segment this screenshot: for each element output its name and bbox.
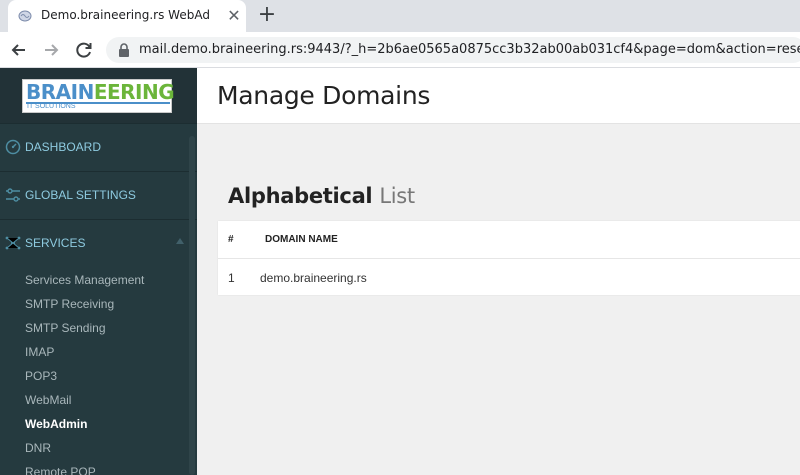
address-bar[interactable]: mail.demo.braineering.rs:9443/?_h=2b6ae0… xyxy=(106,37,800,63)
sidebar-item-label: DASHBOARD xyxy=(25,140,102,154)
sidebar-item-webadmin[interactable]: WebAdmin xyxy=(25,416,87,432)
sidebar-item-pop3[interactable]: POP3 xyxy=(25,368,57,384)
sidebar-item-imap[interactable]: IMAP xyxy=(25,344,54,360)
tab-title: Demo.braineering.rs WebAdmin xyxy=(41,8,211,22)
sidebar-item-dashboard[interactable]: DASHBOARD xyxy=(0,123,197,171)
sidebar-item-global-settings[interactable]: GLOBAL SETTINGS xyxy=(0,171,197,219)
page-header: Manage Domains xyxy=(197,68,800,124)
page-title: Manage Domains xyxy=(217,81,431,110)
sidebar: BRAINEERING IT SOLUTIONS DASHBOARD GLOBA… xyxy=(0,68,197,475)
logo-subtitle: IT SOLUTIONS xyxy=(27,103,76,110)
dashboard-icon xyxy=(5,139,21,155)
sidebar-item-services[interactable]: SERVICES xyxy=(0,219,197,267)
browser-tab[interactable]: Demo.braineering.rs WebAdmin ✕ xyxy=(8,0,246,32)
main-content: Manage Domains Alphabetical List # DOMAI… xyxy=(197,68,800,475)
domains-table: # DOMAIN NAME 1 demo.braineering.rs xyxy=(218,221,800,295)
domain-name-link[interactable]: demo.braineering.rs xyxy=(260,270,367,286)
sidebar-item-smtp-receiving[interactable]: SMTP Receiving xyxy=(25,296,114,312)
new-tab-icon[interactable]: + xyxy=(256,4,278,27)
table-header: # DOMAIN NAME xyxy=(218,221,800,259)
brain-favicon-icon xyxy=(18,10,32,22)
close-icon[interactable]: ✕ xyxy=(226,8,242,24)
sidebar-item-webmail[interactable]: WebMail xyxy=(25,392,71,408)
reload-icon[interactable] xyxy=(73,39,95,61)
list-heading: Alphabetical List xyxy=(228,184,415,208)
sidebar-item-label: SERVICES xyxy=(25,236,86,250)
row-number: 1 xyxy=(228,271,235,285)
braineering-logo[interactable]: BRAINEERING IT SOLUTIONS xyxy=(22,79,175,113)
sidebar-scrollbar[interactable] xyxy=(189,136,195,475)
sidebar-item-label: GLOBAL SETTINGS xyxy=(25,188,136,202)
browser-toolbar: mail.demo.braineering.rs:9443/?_h=2b6ae0… xyxy=(0,32,800,68)
sidebar-item-dnr[interactable]: DNR xyxy=(25,440,51,456)
logo-area: BRAINEERING IT SOLUTIONS xyxy=(0,68,197,123)
logo-wordmark: BRAINEERING xyxy=(26,80,175,104)
sliders-icon xyxy=(6,188,20,202)
back-arrow-icon[interactable] xyxy=(8,39,30,61)
url-text: mail.demo.braineering.rs:9443/?_h=2b6ae0… xyxy=(139,42,800,57)
column-header-domain-name[interactable]: DOMAIN NAME xyxy=(265,233,338,247)
chevron-up-icon[interactable] xyxy=(176,238,184,244)
forward-arrow-icon[interactable] xyxy=(40,39,62,61)
column-header-number[interactable]: # xyxy=(228,233,234,247)
sidebar-item-services-management[interactable]: Services Management xyxy=(25,272,144,288)
sidebar-item-remote-pop[interactable]: Remote POP xyxy=(25,464,96,475)
lock-icon[interactable] xyxy=(118,43,130,57)
services-submenu: Services Management SMTP Receiving SMTP … xyxy=(0,272,197,475)
table-row[interactable]: 1 demo.braineering.rs xyxy=(218,259,800,295)
network-icon xyxy=(5,236,21,250)
sidebar-item-smtp-sending[interactable]: SMTP Sending xyxy=(25,320,106,336)
browser-tab-strip: Demo.braineering.rs WebAdmin ✕ + xyxy=(0,0,800,32)
